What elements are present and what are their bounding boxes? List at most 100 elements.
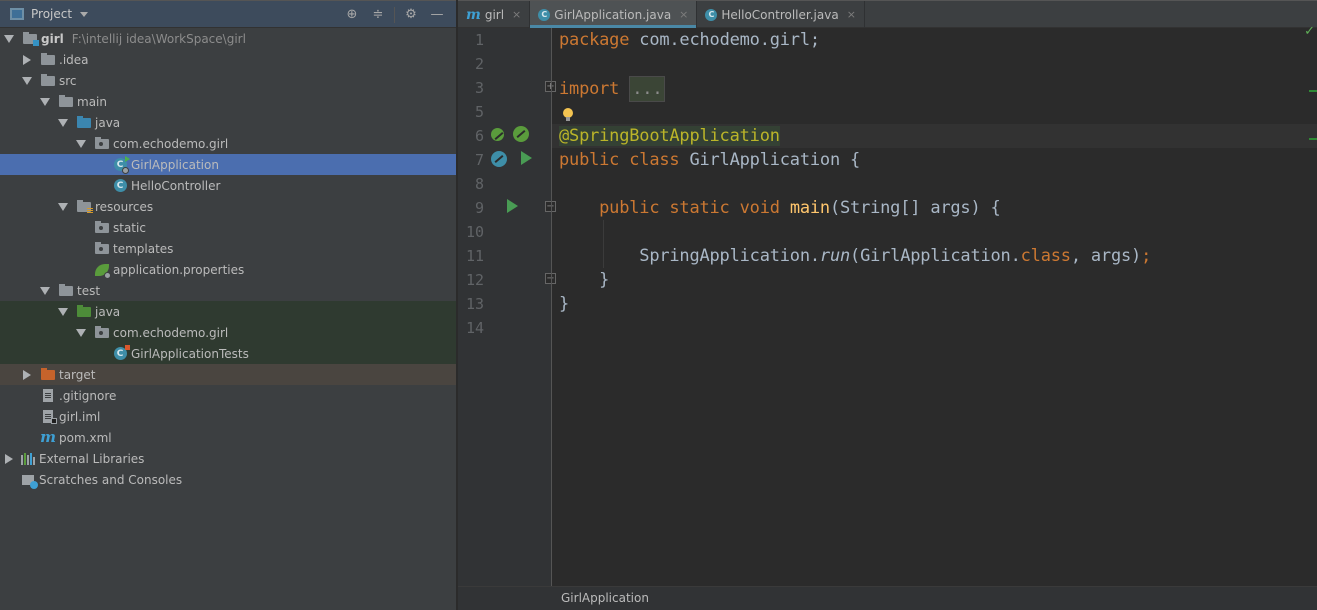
tab-hello-controller-java[interactable]: C HelloController.java × bbox=[697, 1, 865, 28]
test-folder-icon bbox=[76, 304, 92, 319]
code-editor[interactable]: package com.echodemo.girl; import ... @S… bbox=[552, 24, 1317, 586]
folded-imports[interactable]: ... bbox=[629, 76, 666, 102]
tree-item-gitignore[interactable]: .gitignore bbox=[0, 385, 456, 406]
maven-icon: m bbox=[40, 428, 56, 446]
tree-item-label: girl bbox=[41, 31, 64, 46]
hide-icon[interactable]: — bbox=[424, 5, 450, 25]
text-file-icon bbox=[40, 389, 56, 403]
expand-arrow-icon[interactable] bbox=[57, 118, 69, 127]
tree-item-package-test[interactable]: com.echodemo.girl bbox=[0, 322, 456, 343]
tree-item-girl-iml[interactable]: girl.iml bbox=[0, 406, 456, 427]
tree-item-girl-application-tests[interactable]: C GirlApplicationTests bbox=[0, 343, 456, 364]
close-icon[interactable]: × bbox=[512, 8, 521, 21]
tree-item-application-properties[interactable]: application.properties bbox=[0, 259, 456, 280]
package-icon bbox=[94, 325, 110, 340]
change-marker[interactable] bbox=[1309, 138, 1317, 140]
tree-item-package-main[interactable]: com.echodemo.girl bbox=[0, 133, 456, 154]
spring-autowired-icon[interactable] bbox=[513, 126, 529, 142]
tree-item-label: pom.xml bbox=[59, 430, 112, 445]
expand-arrow-icon[interactable] bbox=[21, 76, 33, 85]
collapse-arrow-icon[interactable] bbox=[21, 54, 33, 65]
tree-item-static[interactable]: static bbox=[0, 217, 456, 238]
tree-item-label: External Libraries bbox=[39, 451, 145, 466]
locate-icon[interactable]: ⊕ bbox=[339, 5, 365, 25]
change-marker[interactable] bbox=[1309, 90, 1317, 92]
tree-item-external-libraries[interactable]: External Libraries bbox=[0, 448, 456, 469]
expand-arrow-icon[interactable] bbox=[3, 34, 15, 43]
tree-item-scratches[interactable]: Scratches and Consoles bbox=[0, 469, 456, 490]
editor-gutter[interactable]: 1 2 3 5 6 7 8 9 10 11 12 13 14 + − − bbox=[458, 28, 556, 586]
tree-item-label: static bbox=[113, 220, 146, 235]
spring-boot-class-icon: C bbox=[538, 8, 551, 21]
spring-boot-class-icon: C bbox=[112, 155, 130, 174]
project-tool-window: Project ⊕ ≑ ⚙ — girl F:\intellij idea\Wo… bbox=[0, 0, 457, 610]
tree-item-pom-xml[interactable]: m pom.xml bbox=[0, 427, 456, 448]
code-line: public class GirlApplication { bbox=[559, 150, 861, 170]
project-view-icon bbox=[10, 8, 24, 20]
tree-item-java-test[interactable]: java bbox=[0, 301, 456, 322]
line-number: 12 bbox=[465, 271, 484, 289]
tab-pom-girl[interactable]: m girl × bbox=[458, 1, 531, 28]
tree-item-idea[interactable]: .idea bbox=[0, 49, 456, 70]
line-number: 8 bbox=[474, 175, 484, 193]
toolbar-separator bbox=[394, 6, 395, 23]
expand-arrow-icon[interactable] bbox=[39, 97, 51, 106]
tab-girl-application-java[interactable]: C GirlApplication.java × bbox=[530, 1, 698, 28]
tree-item-label: src bbox=[59, 73, 77, 88]
iml-file-icon bbox=[40, 410, 57, 424]
run-main-icon[interactable] bbox=[507, 199, 518, 213]
tree-item-label: main bbox=[77, 94, 107, 109]
collapse-arrow-icon[interactable] bbox=[3, 453, 15, 464]
package-icon bbox=[94, 220, 110, 235]
lightbulb-icon[interactable] bbox=[563, 108, 573, 121]
code-line: public static void main(String[] args) { bbox=[599, 198, 1001, 218]
code-line: package com.echodemo.girl; bbox=[559, 30, 820, 50]
line-number: 14 bbox=[465, 319, 484, 337]
collapse-all-icon[interactable]: ≑ bbox=[365, 5, 391, 25]
tree-item-girl[interactable]: girl F:\intellij idea\WorkSpace\girl bbox=[0, 28, 456, 49]
tree-item-main[interactable]: main bbox=[0, 91, 456, 112]
breadcrumb-bar: GirlApplication bbox=[458, 586, 1317, 610]
scratches-icon bbox=[20, 473, 38, 489]
tree-item-label: .gitignore bbox=[59, 388, 117, 403]
tree-item-test[interactable]: test bbox=[0, 280, 456, 301]
project-view-selector[interactable]: Project bbox=[31, 7, 72, 21]
code-line: SpringApplication.run(GirlApplication.cl… bbox=[559, 246, 1152, 266]
chevron-down-icon[interactable] bbox=[80, 11, 89, 17]
breadcrumb-item[interactable]: GirlApplication bbox=[561, 591, 649, 605]
expand-arrow-icon[interactable] bbox=[57, 202, 69, 211]
tree-item-hello-controller[interactable]: C HelloController bbox=[0, 175, 456, 196]
collapse-arrow-icon[interactable] bbox=[21, 369, 33, 380]
tree-item-girl-application[interactable]: C GirlApplication bbox=[0, 154, 456, 175]
expand-arrow-icon[interactable] bbox=[75, 139, 87, 148]
tree-item-label: GirlApplication bbox=[131, 157, 219, 172]
tree-item-label: GirlApplicationTests bbox=[131, 346, 249, 361]
tree-item-label: application.properties bbox=[113, 262, 245, 277]
close-icon[interactable]: × bbox=[679, 8, 688, 21]
module-folder-icon bbox=[22, 31, 39, 46]
tree-item-label: java bbox=[95, 304, 121, 319]
tree-item-label: com.echodemo.girl bbox=[113, 136, 229, 151]
tree-item-label: java bbox=[95, 115, 121, 130]
code-line-current: @SpringBootApplication bbox=[552, 124, 1317, 148]
expand-arrow-icon[interactable] bbox=[75, 328, 87, 337]
spring-boot-class-gutter-icon[interactable] bbox=[491, 151, 507, 167]
line-number: 11 bbox=[465, 247, 484, 265]
tree-item-label: HelloController bbox=[131, 178, 221, 193]
expand-arrow-icon[interactable] bbox=[57, 307, 69, 316]
settings-icon[interactable]: ⚙ bbox=[398, 5, 424, 25]
project-tree: girl F:\intellij idea\WorkSpace\girl .id… bbox=[0, 28, 456, 490]
run-icon[interactable] bbox=[521, 151, 532, 165]
code-line: import ... bbox=[552, 76, 1317, 102]
spring-bean-icon[interactable] bbox=[491, 128, 504, 141]
tab-label: HelloController.java bbox=[721, 7, 839, 22]
close-icon[interactable]: × bbox=[847, 8, 856, 21]
tree-item-src[interactable]: src bbox=[0, 70, 456, 91]
inspection-ok-icon[interactable]: ✓ bbox=[1304, 24, 1315, 39]
expand-arrow-icon[interactable] bbox=[39, 286, 51, 295]
tree-item-java-main[interactable]: java bbox=[0, 112, 456, 133]
tree-item-resources[interactable]: resources bbox=[0, 196, 456, 217]
line-number: 6 bbox=[474, 127, 484, 145]
tree-item-templates[interactable]: templates bbox=[0, 238, 456, 259]
tree-item-target[interactable]: target bbox=[0, 364, 456, 385]
